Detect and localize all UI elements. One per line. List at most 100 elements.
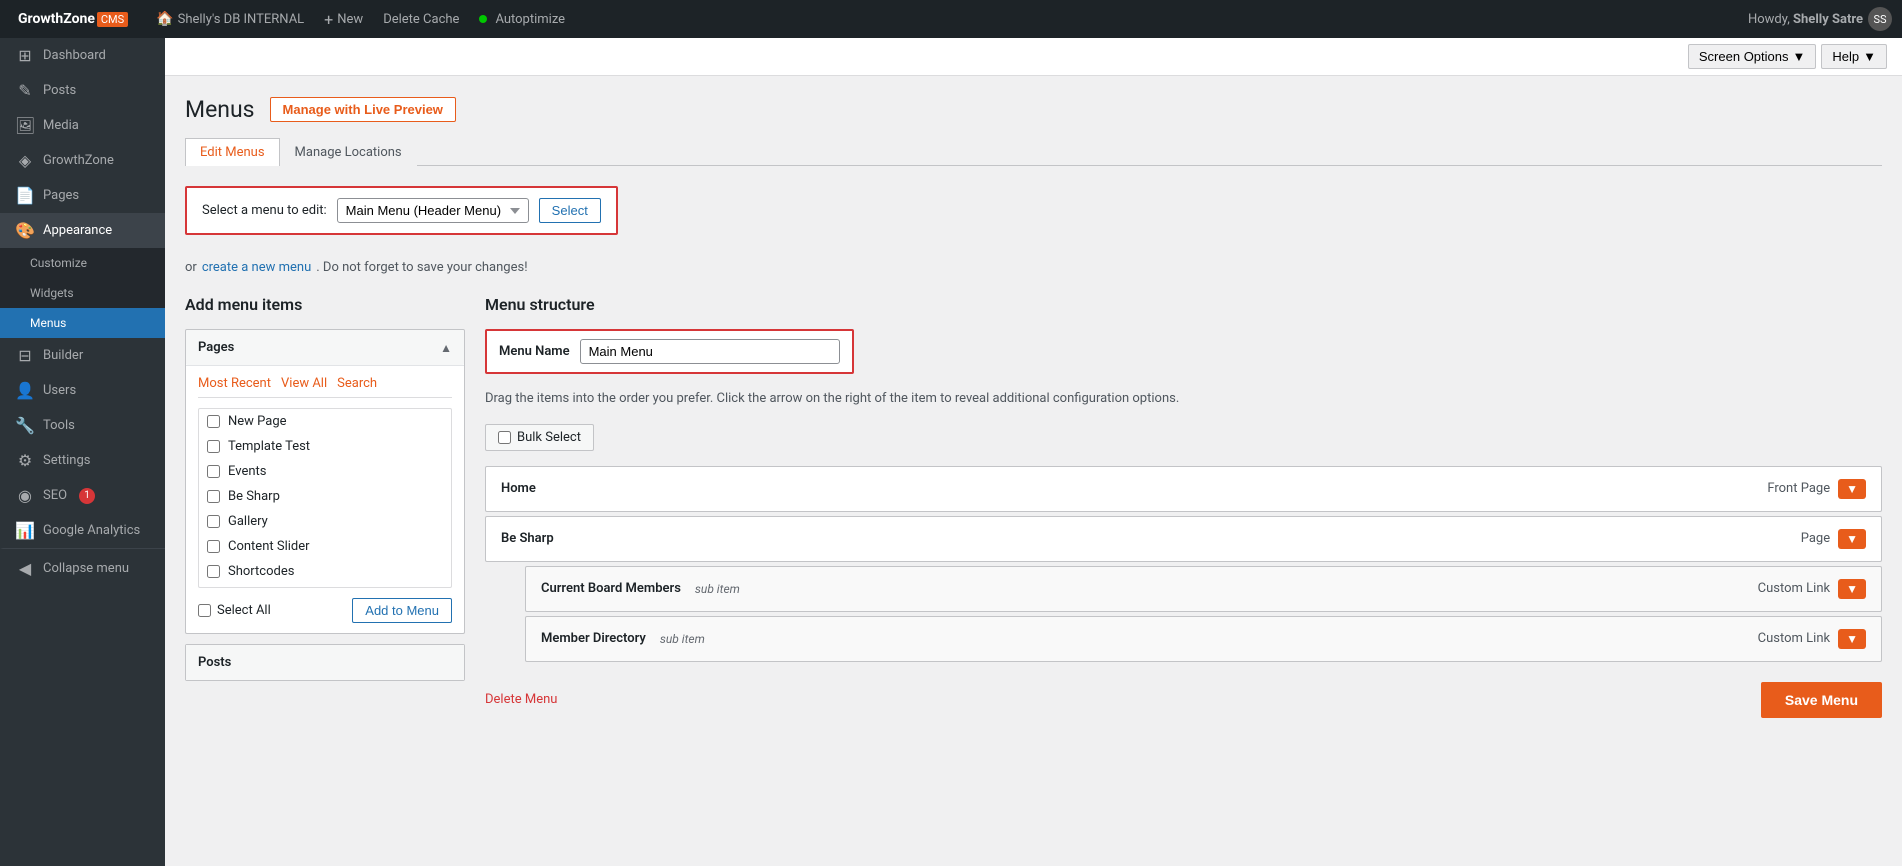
sidebar-item-posts[interactable]: ✎ Posts xyxy=(0,73,165,108)
sidebar-item-dashboard[interactable]: ⊞ Dashboard xyxy=(0,38,165,73)
analytics-icon: 📊 xyxy=(15,521,35,540)
tab-search[interactable]: Search xyxy=(337,376,377,391)
pages-accordion: Pages Most Recent View All Search xyxy=(185,329,465,634)
adminbar-right: Howdy, Shelly Satre SS xyxy=(1748,7,1892,31)
appearance-icon: 🎨 xyxy=(15,221,35,240)
menu-items-list: Home Front Page ▼ Be Sharp xyxy=(485,466,1882,662)
settings-icon: ⚙ xyxy=(15,451,35,470)
menu-item-expand-current-board[interactable]: ▼ xyxy=(1838,579,1866,599)
sidebar-item-tools[interactable]: 🔧 Tools xyxy=(0,408,165,443)
logo-cms: CMS xyxy=(97,12,128,27)
dashboard-icon: ⊞ xyxy=(15,46,35,65)
menu-item-expand-member-dir[interactable]: ▼ xyxy=(1838,629,1866,649)
adminbar-delete-cache[interactable]: Delete Cache xyxy=(373,0,469,38)
list-item: New Page xyxy=(199,409,451,434)
page-label: Gallery xyxy=(228,514,268,529)
sidebar-item-settings[interactable]: ⚙ Settings xyxy=(0,443,165,478)
screen-options-button[interactable]: Screen Options ▼ xyxy=(1688,44,1816,69)
home-icon: 🏠 xyxy=(156,11,173,27)
select-menu-label: Select a menu to edit: xyxy=(202,203,327,218)
chevron-down-icon-help: ▼ xyxy=(1863,49,1876,64)
sidebar-item-builder[interactable]: ⊟ Builder xyxy=(0,338,165,373)
chevron-down-icon: ▼ xyxy=(1793,49,1806,64)
menu-name-label: Menu Name xyxy=(499,344,570,359)
page-checkbox-template-test[interactable] xyxy=(207,440,220,453)
page-label: Template Test xyxy=(228,439,310,454)
two-column-layout: Add menu items Pages Most Recent View Al… xyxy=(185,295,1882,718)
add-to-menu-button[interactable]: Add to Menu xyxy=(352,598,452,623)
page-checkbox-new-page[interactable] xyxy=(207,415,220,428)
menu-item-type: Front Page xyxy=(1767,481,1830,496)
select-menu-bar: Select a menu to edit: Main Menu (Header… xyxy=(185,186,618,235)
menu-item-name: Current Board Members xyxy=(541,581,681,596)
list-item: Content Slider xyxy=(199,534,451,559)
select-all-checkbox[interactable] xyxy=(198,604,211,617)
sidebar-item-seo[interactable]: ◉ SEO 1 xyxy=(0,478,165,513)
sidebar-item-customize[interactable]: Customize xyxy=(0,248,165,278)
site-logo[interactable]: GrowthZone CMS xyxy=(10,11,136,27)
page-checkbox-be-sharp[interactable] xyxy=(207,490,220,503)
menu-item-home: Home Front Page ▼ xyxy=(485,466,1882,512)
adminbar-site[interactable]: 🏠 Shelly's DB INTERNAL xyxy=(146,0,314,38)
live-preview-button[interactable]: Manage with Live Preview xyxy=(270,97,456,122)
menu-item-expand-be-sharp[interactable]: ▼ xyxy=(1838,529,1866,549)
menu-item-name: Be Sharp xyxy=(501,531,554,546)
list-item: Image Slideshow xyxy=(199,584,451,588)
collapse-icon: ◀ xyxy=(15,559,35,578)
sub-item-label: sub item xyxy=(695,582,740,596)
menu-item-current-board: Current Board Members sub item Custom Li… xyxy=(525,566,1882,612)
sidebar-item-pages[interactable]: 📄 Pages xyxy=(0,178,165,213)
list-item: Be Sharp xyxy=(199,484,451,509)
media-icon: 🖼 xyxy=(15,116,35,135)
adminbar-autoptimize[interactable]: Autoptimize xyxy=(469,0,575,38)
or-text: or xyxy=(185,260,197,275)
posts-accordion: Posts xyxy=(185,644,465,681)
tools-icon: 🔧 xyxy=(15,416,35,435)
delete-menu-link[interactable]: Delete Menu xyxy=(485,692,557,707)
sidebar-item-menus[interactable]: Menus xyxy=(0,308,165,338)
menu-actions: Delete Menu Save Menu xyxy=(485,682,1882,718)
page-checkbox-events[interactable] xyxy=(207,465,220,478)
tab-edit-menus[interactable]: Edit Menus xyxy=(185,138,280,166)
tab-view-all[interactable]: View All xyxy=(281,376,327,391)
bulk-select-checkbox[interactable] xyxy=(498,431,511,444)
sidebar-item-users[interactable]: 👤 Users xyxy=(0,373,165,408)
sidebar-item-widgets[interactable]: Widgets xyxy=(0,278,165,308)
sidebar-item-appearance[interactable]: 🎨 Appearance xyxy=(0,213,165,248)
create-new-menu-link[interactable]: create a new menu xyxy=(202,260,311,275)
save-menu-button[interactable]: Save Menu xyxy=(1761,682,1882,718)
menu-item-type: Page xyxy=(1801,531,1830,546)
page-checkbox-gallery[interactable] xyxy=(207,515,220,528)
pages-icon: 📄 xyxy=(15,186,35,205)
adminbar-new[interactable]: + New xyxy=(314,0,373,38)
sidebar-item-google-analytics[interactable]: 📊 Google Analytics xyxy=(0,513,165,548)
menu-name-input[interactable] xyxy=(580,339,840,364)
list-item: Shortcodes xyxy=(199,559,451,584)
bulk-select-row: Bulk Select xyxy=(485,424,1882,451)
howdy-text: Howdy, Shelly Satre xyxy=(1748,12,1863,27)
sidebar-item-media[interactable]: 🖼 Media xyxy=(0,108,165,143)
growthzone-icon: ◈ xyxy=(15,151,35,170)
pages-accordion-body: Most Recent View All Search New Page xyxy=(186,365,464,633)
select-all-label[interactable]: Select All xyxy=(198,603,271,618)
sidebar-item-collapse[interactable]: ◀ Collapse menu xyxy=(0,548,165,586)
menu-item-expand-home[interactable]: ▼ xyxy=(1838,479,1866,499)
menu-name-row: Menu Name xyxy=(485,329,854,374)
sidebar-item-growthzone[interactable]: ◈ GrowthZone xyxy=(0,143,165,178)
bulk-select-label[interactable]: Bulk Select xyxy=(485,424,594,451)
tab-manage-locations[interactable]: Manage Locations xyxy=(280,138,417,166)
select-button[interactable]: Select xyxy=(539,198,601,223)
pages-list: New Page Template Test Events xyxy=(198,408,452,588)
page-checkbox-shortcodes[interactable] xyxy=(207,565,220,578)
menu-select-dropdown[interactable]: Main Menu (Header Menu) Footer Menu Seco… xyxy=(337,198,529,223)
builder-icon: ⊟ xyxy=(15,346,35,365)
pages-accordion-header[interactable]: Pages xyxy=(186,330,464,365)
page-checkbox-content-slider[interactable] xyxy=(207,540,220,553)
help-button[interactable]: Help ▼ xyxy=(1821,44,1887,69)
menu-item-member-directory: Member Directory sub item Custom Link ▼ xyxy=(525,616,1882,662)
menu-structure-title: Menu structure xyxy=(485,295,1882,314)
page-label: New Page xyxy=(228,414,287,429)
posts-accordion-header[interactable]: Posts xyxy=(186,645,464,680)
tab-most-recent[interactable]: Most Recent xyxy=(198,376,271,391)
user-avatar[interactable]: SS xyxy=(1868,7,1892,31)
